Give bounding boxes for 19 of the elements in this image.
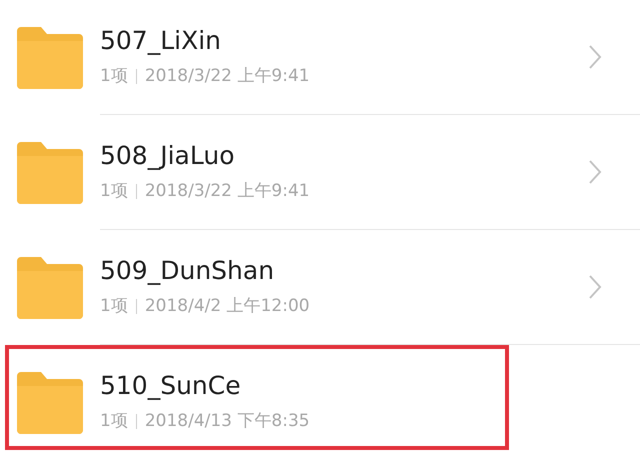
folder-icon: [17, 256, 83, 318]
modified-date: 2018/4/2 上午12:00: [144, 294, 310, 318]
modified-date: 2018/3/22 上午9:41: [144, 180, 310, 203]
folder-icon: [17, 372, 83, 434]
folder-name: 507_LiXin: [100, 26, 222, 56]
folder-icon: [17, 142, 83, 204]
item-count: 1项: [100, 180, 128, 203]
item-count: 1项: [100, 294, 128, 318]
item-count: 1项: [100, 410, 128, 433]
modified-date: 2018/3/22 上午9:41: [144, 64, 310, 88]
modified-date: 2018/4/13 下午8:35: [144, 410, 310, 433]
folder-name: 510_SunCe: [100, 370, 242, 401]
folder-icon: [17, 26, 83, 88]
chevron-icon[interactable]: [588, 159, 602, 185]
item-count: 1项: [100, 64, 128, 88]
folder-name: 509_DunShan: [100, 256, 276, 286]
folder-name: 508_JiaLuo: [100, 140, 236, 171]
chevron-icon[interactable]: [588, 274, 602, 300]
chevron-icon[interactable]: [588, 44, 602, 70]
